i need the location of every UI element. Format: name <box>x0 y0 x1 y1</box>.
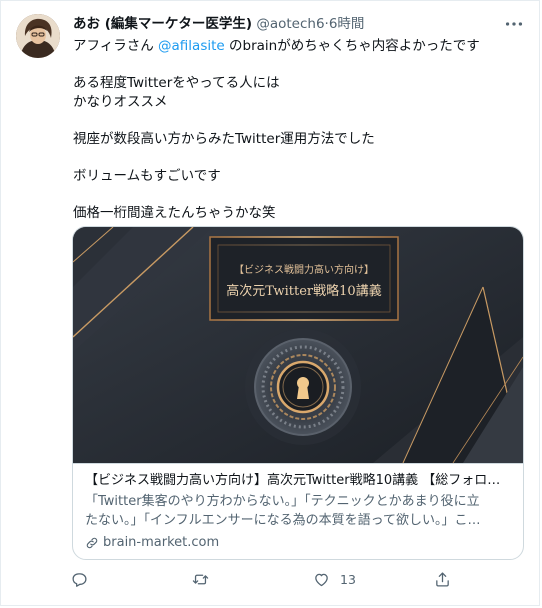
reply-icon <box>72 573 87 587</box>
link-card[interactable]: 【ビジネス戦闘力高い方向け】 高次元Twitter戦略10講義 【ビジネス戦闘力… <box>72 226 524 560</box>
more-icon[interactable] <box>503 13 525 35</box>
tweet-line-2: ある程度Twitterをやってる人には <box>73 75 280 91</box>
action-bar: 13 <box>71 571 471 593</box>
tweet-text: アフィラさん @afilasite のbrainがめちゃくちゃ内容よかったです … <box>73 37 528 223</box>
mention-link[interactable]: @afilasite <box>158 38 225 54</box>
card-image: 【ビジネス戦闘力高い方向け】 高次元Twitter戦略10講義 <box>73 227 523 463</box>
retweet-button[interactable] <box>192 571 219 588</box>
card-domain[interactable]: brain-market.com <box>85 534 219 552</box>
card-description-line-1: 「Twitter集客のやり方わからない。」「テクニックとかあまり役に立 <box>85 494 480 509</box>
tweet-line-4: 視座が数段高い方からみたTwitter運用方法でした <box>73 131 375 147</box>
banner-subtitle: 【ビジネス戦闘力高い方向け】 <box>234 263 374 276</box>
card-description-line-2: たない。」「インフルエンサーになる為の本質を語って欲しい。」こ… <box>85 513 481 528</box>
like-count: 13 <box>340 572 356 587</box>
like-icon <box>315 573 328 587</box>
avatar[interactable] <box>16 14 60 58</box>
domain-text: brain-market.com <box>103 535 220 550</box>
tweet-header: あお (編集マーケター医学生) @aotech6·6時間 <box>73 15 489 33</box>
card-title[interactable]: 【ビジネス戦闘力高い方向け】高次元Twitter戦略10講義 【総フォロ… <box>85 472 513 490</box>
card-description: 「Twitter集客のやり方わからない。」「テクニックとかあまり役に立 たない。… <box>85 492 513 530</box>
share-button[interactable] <box>434 571 461 588</box>
card-meta: 【ビジネス戦闘力高い方向け】高次元Twitter戦略10講義 【総フォロ… 「T… <box>73 463 523 559</box>
share-icon <box>436 572 449 587</box>
timestamp[interactable]: 6時間 <box>329 16 365 32</box>
banner-title: 高次元Twitter戦略10講義 <box>226 283 381 299</box>
display-name[interactable]: あお (編集マーケター医学生) <box>73 16 252 32</box>
tweet-line-3: かなりオススメ <box>73 94 168 110</box>
link-icon <box>86 537 98 549</box>
handle[interactable]: @aotech6 <box>256 16 324 32</box>
avatar-image <box>16 14 60 58</box>
tweet[interactable]: あお (編集マーケター医学生) @aotech6·6時間 アフィラさん @afi… <box>0 0 540 606</box>
reply-button[interactable] <box>71 571 98 588</box>
tweet-line-1: アフィラさん @afilasite のbrainがめちゃくちゃ内容よかったです <box>73 37 528 56</box>
like-button[interactable]: 13 <box>313 571 356 588</box>
tweet-line-5: ボリュームもすごいです <box>73 168 221 184</box>
retweet-icon <box>192 574 209 585</box>
keyhole-icon <box>245 329 361 445</box>
text-fragment: アフィラさん <box>73 38 159 54</box>
text-fragment: のbrainがめちゃくちゃ内容よかったです <box>224 38 480 54</box>
tweet-line-6: 価格一桁間違えたんちゃうかな笑 <box>73 205 276 221</box>
